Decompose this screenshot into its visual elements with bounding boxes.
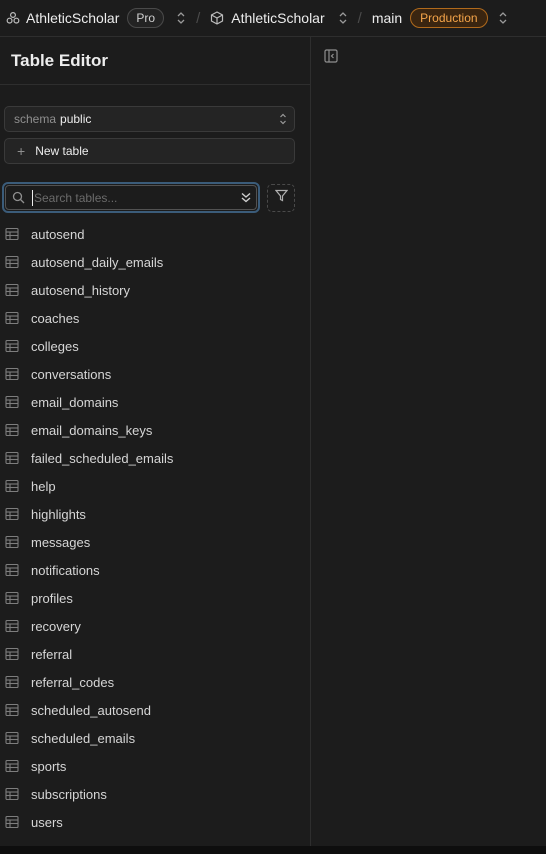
table-icon	[5, 423, 19, 437]
environment-badge: Production	[410, 8, 488, 28]
filter-icon	[274, 189, 288, 207]
table-icon	[5, 451, 19, 465]
chevrons-up-down-icon	[278, 111, 288, 130]
table-icon	[5, 787, 19, 801]
table-editor-sidebar: Table Editor schema public + New table S…	[0, 37, 311, 846]
table-list-item[interactable]: email_domains_keys	[0, 416, 311, 444]
table-name: referral_codes	[31, 674, 115, 690]
table-icon	[5, 647, 19, 661]
search-input[interactable]	[32, 190, 232, 206]
table-name: coaches	[31, 310, 80, 326]
table-list-item[interactable]: messages	[0, 528, 311, 556]
table-list-item[interactable]: subscriptions	[0, 780, 311, 808]
table-list-item[interactable]: failed_scheduled_emails	[0, 444, 311, 472]
table-name: notifications	[31, 562, 100, 578]
table-icon	[5, 339, 19, 353]
table-icon	[5, 563, 19, 577]
table-list-item[interactable]: highlights	[0, 500, 311, 528]
table-icon	[5, 311, 19, 325]
table-icon	[5, 283, 19, 297]
search-icon	[12, 191, 25, 209]
schema-value: public	[60, 112, 92, 126]
table-name: highlights	[31, 506, 86, 522]
table-name: profiles	[31, 590, 73, 606]
table-list-item[interactable]: sports	[0, 752, 311, 780]
filter-button[interactable]	[267, 184, 295, 212]
table-list-item[interactable]: conversations	[0, 360, 311, 388]
table-name: users	[31, 814, 63, 830]
table-name: scheduled_emails	[31, 730, 136, 746]
table-name: autosend_history	[31, 282, 131, 298]
table-list-item[interactable]: scheduled_autosend	[0, 696, 311, 724]
table-list-item[interactable]: colleges	[0, 332, 311, 360]
table-icon	[5, 731, 19, 745]
table-name: email_domains	[31, 394, 119, 410]
table-name: colleges	[31, 338, 79, 354]
chevrons-up-down-icon[interactable]	[176, 11, 186, 25]
new-table-label: New table	[35, 144, 89, 158]
sidebar-title: Table Editor	[0, 37, 310, 85]
table-list-item[interactable]: users	[0, 808, 311, 836]
table-name: autosend	[31, 226, 85, 242]
table-name: subscriptions	[31, 786, 107, 802]
table-list-item[interactable]: referral_codes	[0, 668, 311, 696]
sidebar-collapse-icon[interactable]	[324, 49, 340, 65]
table-list-item[interactable]: coaches	[0, 304, 311, 332]
table-list-item[interactable]: scheduled_emails	[0, 724, 311, 752]
table-icon	[5, 227, 19, 241]
table-list-item[interactable]: referral	[0, 640, 311, 668]
main-content	[312, 37, 546, 846]
branch-name[interactable]: main	[372, 10, 402, 26]
table-icon	[5, 535, 19, 549]
table-name: referral	[31, 646, 73, 662]
table-name: email_domains_keys	[31, 422, 153, 438]
new-table-button[interactable]: + New table	[4, 138, 295, 164]
table-icon	[5, 395, 19, 409]
table-list-item[interactable]: profiles	[0, 584, 311, 612]
plan-badge: Pro	[127, 8, 165, 28]
search-tables-box[interactable]	[2, 182, 260, 213]
schema-selector[interactable]: schema public	[4, 106, 295, 132]
breadcrumb-separator: /	[357, 9, 362, 27]
table-list-item[interactable]: autosend_history	[0, 276, 311, 304]
org-name[interactable]: AthleticScholar	[26, 10, 119, 26]
table-list-item[interactable]: recovery	[0, 612, 311, 640]
table-name: conversations	[31, 366, 112, 382]
table-list-item[interactable]: help	[0, 472, 311, 500]
table-icon	[5, 591, 19, 605]
table-icon	[5, 703, 19, 717]
table-name: help	[31, 478, 56, 494]
table-list-item[interactable]: autosend	[0, 220, 311, 248]
table-icon	[5, 367, 19, 381]
table-name: messages	[31, 534, 91, 550]
cube-icon	[210, 11, 224, 25]
table-icon	[5, 815, 19, 829]
plus-icon: +	[17, 143, 26, 159]
table-list: autosend autosend_daily_emails autosend_hi…	[0, 220, 311, 836]
breadcrumb-separator: /	[196, 9, 201, 27]
table-list-item[interactable]: email_domains	[0, 388, 311, 416]
table-list-item[interactable]: notifications	[0, 556, 311, 584]
table-icon	[5, 255, 19, 269]
table-icon	[5, 479, 19, 493]
bottom-edge	[0, 846, 546, 854]
table-list-item[interactable]: autosend_daily_emails	[0, 248, 311, 276]
chevrons-up-down-icon[interactable]	[498, 11, 508, 25]
table-name: failed_scheduled_emails	[31, 450, 174, 466]
chevrons-down-icon[interactable]	[240, 191, 252, 209]
org-logo-icon[interactable]	[5, 10, 21, 26]
table-name: sports	[31, 758, 67, 774]
table-name: recovery	[31, 618, 81, 634]
project-name[interactable]: AthleticScholar	[231, 10, 324, 26]
table-icon	[5, 759, 19, 773]
table-name: autosend_daily_emails	[31, 254, 164, 270]
table-icon	[5, 507, 19, 521]
table-icon	[5, 619, 19, 633]
table-name: scheduled_autosend	[31, 702, 151, 718]
chevrons-up-down-icon[interactable]	[338, 11, 348, 25]
table-icon	[5, 675, 19, 689]
top-navigation-bar: AthleticScholar Pro / AthleticScholar / …	[0, 0, 546, 37]
schema-label: schema	[14, 112, 57, 126]
